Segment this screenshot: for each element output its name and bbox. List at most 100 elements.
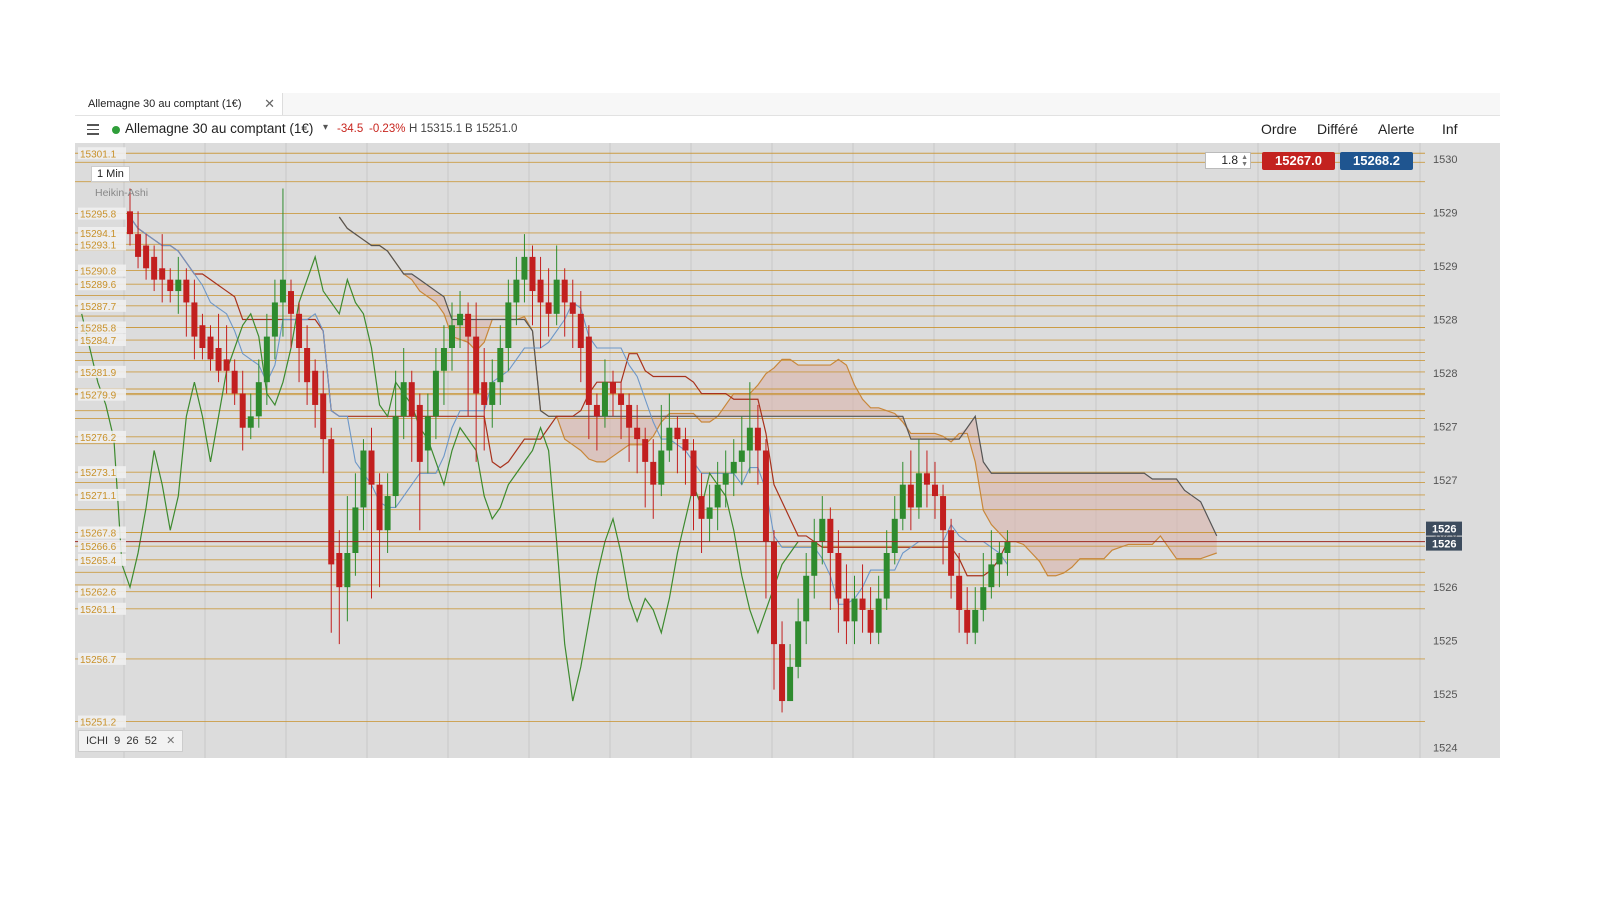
candle[interactable]: [738, 450, 745, 462]
candle[interactable]: [601, 382, 608, 417]
close-icon[interactable]: ✕: [264, 93, 275, 115]
candle[interactable]: [843, 598, 850, 622]
candle[interactable]: [465, 313, 472, 337]
candle[interactable]: [296, 313, 303, 348]
candle[interactable]: [505, 302, 512, 348]
candle[interactable]: [771, 541, 777, 645]
candle[interactable]: [239, 393, 246, 428]
candle[interactable]: [223, 359, 230, 371]
candle[interactable]: [795, 621, 802, 667]
chart-canvas[interactable]: 15301.115295.815294.115293.115290.815289…: [75, 143, 1500, 758]
candle[interactable]: [779, 644, 786, 702]
candle[interactable]: [569, 302, 576, 314]
candle[interactable]: [803, 575, 810, 622]
candle[interactable]: [360, 450, 367, 508]
candle[interactable]: [618, 393, 625, 405]
candle[interactable]: [521, 256, 528, 280]
candle[interactable]: [851, 598, 858, 622]
candle[interactable]: [207, 336, 214, 360]
order-button[interactable]: Ordre: [1261, 121, 1297, 137]
candle[interactable]: [424, 416, 431, 451]
candle[interactable]: [159, 268, 166, 280]
candle[interactable]: [690, 450, 697, 497]
candle[interactable]: [956, 575, 963, 610]
candle[interactable]: [722, 473, 729, 485]
candle[interactable]: [883, 553, 890, 599]
candle[interactable]: [151, 256, 158, 280]
candle[interactable]: [634, 427, 641, 440]
candle[interactable]: [279, 279, 286, 303]
hamburger-icon[interactable]: [87, 124, 99, 135]
info-button[interactable]: Inf: [1442, 121, 1458, 137]
candle[interactable]: [577, 313, 584, 348]
candle[interactable]: [481, 382, 488, 405]
candle[interactable]: [529, 256, 536, 292]
candle[interactable]: [537, 279, 544, 303]
candle[interactable]: [175, 279, 182, 292]
candle[interactable]: [384, 496, 391, 531]
candle[interactable]: [408, 382, 415, 417]
candle[interactable]: [811, 541, 818, 576]
candle[interactable]: [312, 370, 319, 405]
candle[interactable]: [762, 450, 769, 542]
candle[interactable]: [940, 496, 947, 531]
candle[interactable]: [754, 427, 761, 451]
candle[interactable]: [127, 211, 133, 235]
candle[interactable]: [288, 291, 294, 314]
candle[interactable]: [167, 279, 174, 292]
candle[interactable]: [336, 553, 343, 588]
instrument-name[interactable]: Allemagne 30 au comptant (1€): [125, 121, 313, 136]
candle[interactable]: [923, 473, 930, 485]
candle[interactable]: [376, 484, 383, 531]
candle[interactable]: [199, 325, 206, 348]
timeframe-selector[interactable]: 1 Min: [91, 166, 130, 182]
candle[interactable]: [432, 370, 439, 417]
candle[interactable]: [585, 336, 592, 405]
candle[interactable]: [561, 279, 568, 303]
quantity-input[interactable]: 1.8 ▲ ▼: [1205, 152, 1251, 169]
deferred-order-button[interactable]: Différé: [1317, 121, 1358, 137]
candle[interactable]: [593, 404, 600, 417]
candle[interactable]: [666, 427, 673, 451]
candle[interactable]: [915, 473, 922, 508]
candle[interactable]: [610, 382, 616, 394]
candle[interactable]: [449, 325, 455, 348]
candle[interactable]: [859, 598, 866, 610]
candle[interactable]: [642, 439, 649, 462]
candle[interactable]: [215, 348, 222, 371]
candle[interactable]: [972, 609, 979, 633]
candle[interactable]: [191, 302, 198, 337]
candle[interactable]: [545, 302, 552, 314]
candle[interactable]: [964, 609, 971, 633]
candle[interactable]: [907, 484, 914, 508]
candle[interactable]: [1004, 541, 1011, 553]
price-chart[interactable]: 15301.1 15295.8 15294.1 15293.1 15290.8 15289…: [75, 143, 1500, 758]
candle[interactable]: [746, 427, 753, 451]
candle[interactable]: [440, 348, 447, 371]
candle[interactable]: [368, 450, 375, 485]
candle[interactable]: [819, 518, 826, 542]
candle[interactable]: [271, 302, 278, 337]
candle[interactable]: [787, 666, 794, 702]
candle[interactable]: [698, 496, 705, 519]
candle[interactable]: [867, 609, 874, 633]
candle[interactable]: [497, 348, 504, 383]
candle[interactable]: [948, 530, 955, 576]
stepper-arrows-icon[interactable]: ▲ ▼: [1241, 154, 1248, 168]
candle[interactable]: [263, 336, 270, 383]
candle[interactable]: [328, 439, 335, 565]
candle[interactable]: [714, 484, 721, 508]
candle[interactable]: [899, 484, 906, 519]
candle[interactable]: [231, 370, 238, 394]
candle[interactable]: [320, 393, 327, 440]
candle[interactable]: [706, 507, 713, 519]
candle[interactable]: [626, 404, 633, 428]
candle[interactable]: [247, 416, 254, 428]
candle[interactable]: [135, 234, 142, 257]
candle[interactable]: [473, 336, 480, 394]
candle[interactable]: [650, 461, 657, 485]
candle[interactable]: [416, 404, 423, 462]
candle[interactable]: [489, 382, 496, 405]
instrument-tab[interactable]: Allemagne 30 au comptant (1€) ✕: [75, 93, 283, 115]
candle[interactable]: [255, 382, 262, 417]
